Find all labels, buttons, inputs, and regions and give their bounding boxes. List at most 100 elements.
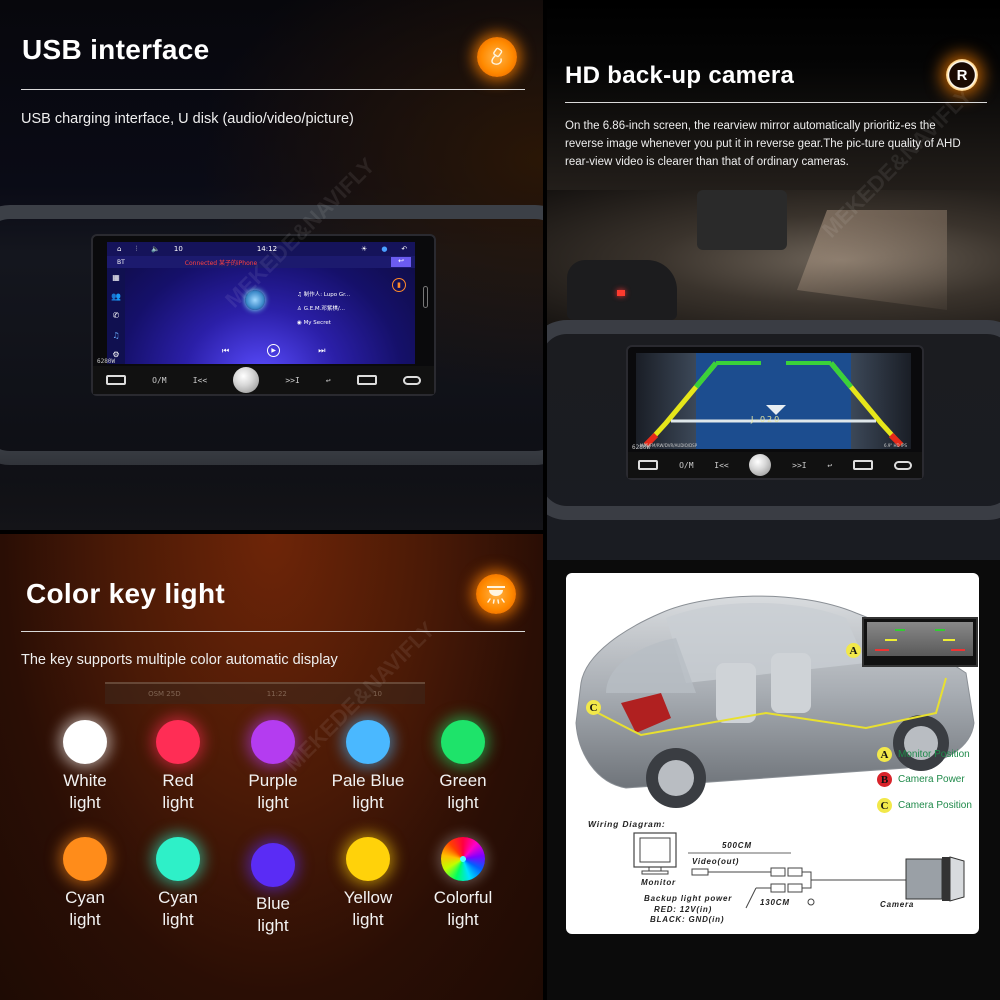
color-light-swatch [156,720,200,764]
color-light-swatch [63,720,107,764]
head-unit: ⌂ ⫶ 🔈 10 14:12 ☀ ● ↶ BT Connected 某子的iPh… [91,234,436,396]
color-light-swatch [441,720,485,764]
monitor-inset-guidelines [875,629,965,651]
color-light-option: Pale Blue light [323,720,413,814]
next-track-icon[interactable]: ⏭ [318,346,325,356]
apps-grid-icon[interactable]: ▦ [112,273,120,282]
color-light-name: Red [162,771,194,790]
side-slot [423,286,428,308]
model-label: 6280W [97,358,116,365]
bt-bar: BT Connected 某子的iPhone [107,256,415,268]
marker-a: A [846,643,861,658]
back-arrow-icon[interactable]: ↶ [401,245,407,253]
phone-icon[interactable]: ✆ [113,311,120,320]
color-light-suffix: light [162,910,194,929]
head-unit-camera-button-bar: 6280W O/M I<< >>I ↩ [628,444,922,478]
previous-track-icon[interactable]: ⏮ [222,346,229,356]
color-light-suffix: light [352,793,384,812]
red-wire-label: RED: 12V(in) [654,905,713,914]
volume-knob[interactable] [233,367,260,393]
next-button[interactable]: >>I [792,461,806,470]
legend-item: C Camera Position [877,798,972,813]
color-light-suffix: light [69,910,101,929]
color-light-swatch [156,837,200,881]
color-section-description: The key supports multiple color automati… [21,652,338,668]
color-light-swatch [63,837,107,881]
color-light-label: Cyan light [40,887,130,931]
color-light-label: White light [40,770,130,814]
color-light-label: Blue light [228,893,318,937]
color-light-suffix: light [257,916,289,935]
contacts-icon[interactable]: 👥 [111,292,121,301]
side-menu: ▦ 👥 ✆ ♫ ⚙ [107,268,125,364]
color-light-option: Colorful light [418,837,508,931]
legend-letter-badge: A [877,747,892,762]
color-light-option: Yellow light [323,837,413,931]
prev-button[interactable]: I<< [714,461,728,470]
next-button[interactable]: >>I [285,376,299,385]
legend-item: B Camera Power [877,772,965,787]
volume-knob[interactable] [749,454,772,476]
monitor-inset [862,617,978,667]
color-light-suffix: light [162,793,194,812]
parking-scene [547,190,1000,330]
color-light-option: Blue light [228,843,318,937]
color-light-swatch [441,837,485,881]
color-light-name: Yellow [343,888,393,907]
usb-cable-icon [477,37,517,77]
color-light-option: White light [40,720,130,814]
color-light-label: Yellow light [323,887,413,931]
om-button[interactable]: O/M [679,461,693,470]
color-light-suffix: light [352,910,384,929]
color-light-option: Cyan light [40,837,130,931]
color-light-suffix: light [69,793,101,812]
prev-button[interactable]: I<< [193,376,207,385]
play-icon[interactable]: ▶ [267,344,281,357]
volume-icon[interactable]: 🔈 [151,245,160,253]
rearview-screen: J-020 MP5/FM/RW/DVR/AUDIO/DSP 6.9" HD IP… [636,353,911,449]
color-light-swatch [251,720,295,764]
model-label-camera: 6280W [632,444,651,451]
return-button[interactable]: ↩ [391,257,411,267]
color-light-label: Purple light [228,770,318,814]
equalizer-icon[interactable]: ⫶ [135,245,137,254]
bt-label: BT [117,258,125,266]
camera-view-overlay [797,210,947,310]
back-button[interactable]: ↩ [827,461,832,470]
track-music-icon: ♫ [297,292,304,298]
floor-marking: J-020 [751,415,782,424]
equalizer-bars-icon[interactable]: ▮ [392,278,406,292]
monitor-label: Monitor [641,878,676,887]
voice-assistant-icon[interactable]: ● [381,245,387,253]
color-section-title: Color key light [26,578,225,609]
camera-section-description: On the 6.86-inch screen, the rearview mi… [565,120,961,168]
om-button[interactable]: O/M [152,376,166,385]
color-light-label: Colorful light [418,887,508,931]
status-bar: ⌂ ⫶ 🔈 10 14:12 ☀ ● ↶ [107,242,415,256]
usb-port-right [852,460,873,470]
head-unit-screen: ⌂ ⫶ 🔈 10 14:12 ☀ ● ↶ BT Connected 某子的iPh… [107,242,415,364]
backdrop-left: OSM 25D [148,690,181,698]
wiring-schematic [633,832,965,909]
length-500cm: 500CM [722,841,752,850]
usb-section-title: USB interface [22,34,210,65]
color-light-option: Red light [133,720,223,814]
color-light-suffix: light [447,910,479,929]
home-icon[interactable]: ⌂ [117,245,121,253]
console-lower [0,440,543,530]
connection-status: Connected 某子的iPhone [184,259,258,267]
brightness-icon[interactable]: ☀ [361,245,367,253]
color-light-name: Cyan [158,888,198,907]
usb-c-port [402,375,421,385]
track-producer: 制作人: Lupo Gr... [303,292,351,298]
music-note-icon[interactable]: ♫ [112,331,119,340]
back-button[interactable]: ↩ [326,376,331,385]
backdrop-strip: OSM 25D 11:22 10 [105,682,425,704]
track-title: My Secret [303,320,331,326]
tail-light [617,290,625,296]
legend-letter-badge: B [877,772,892,787]
usb-interface-panel: USB interface USB charging interface, U … [0,0,543,530]
color-section-divider [21,631,525,632]
color-light-name: Cyan [65,888,105,907]
legend-item: A Monitor Position [877,747,970,762]
